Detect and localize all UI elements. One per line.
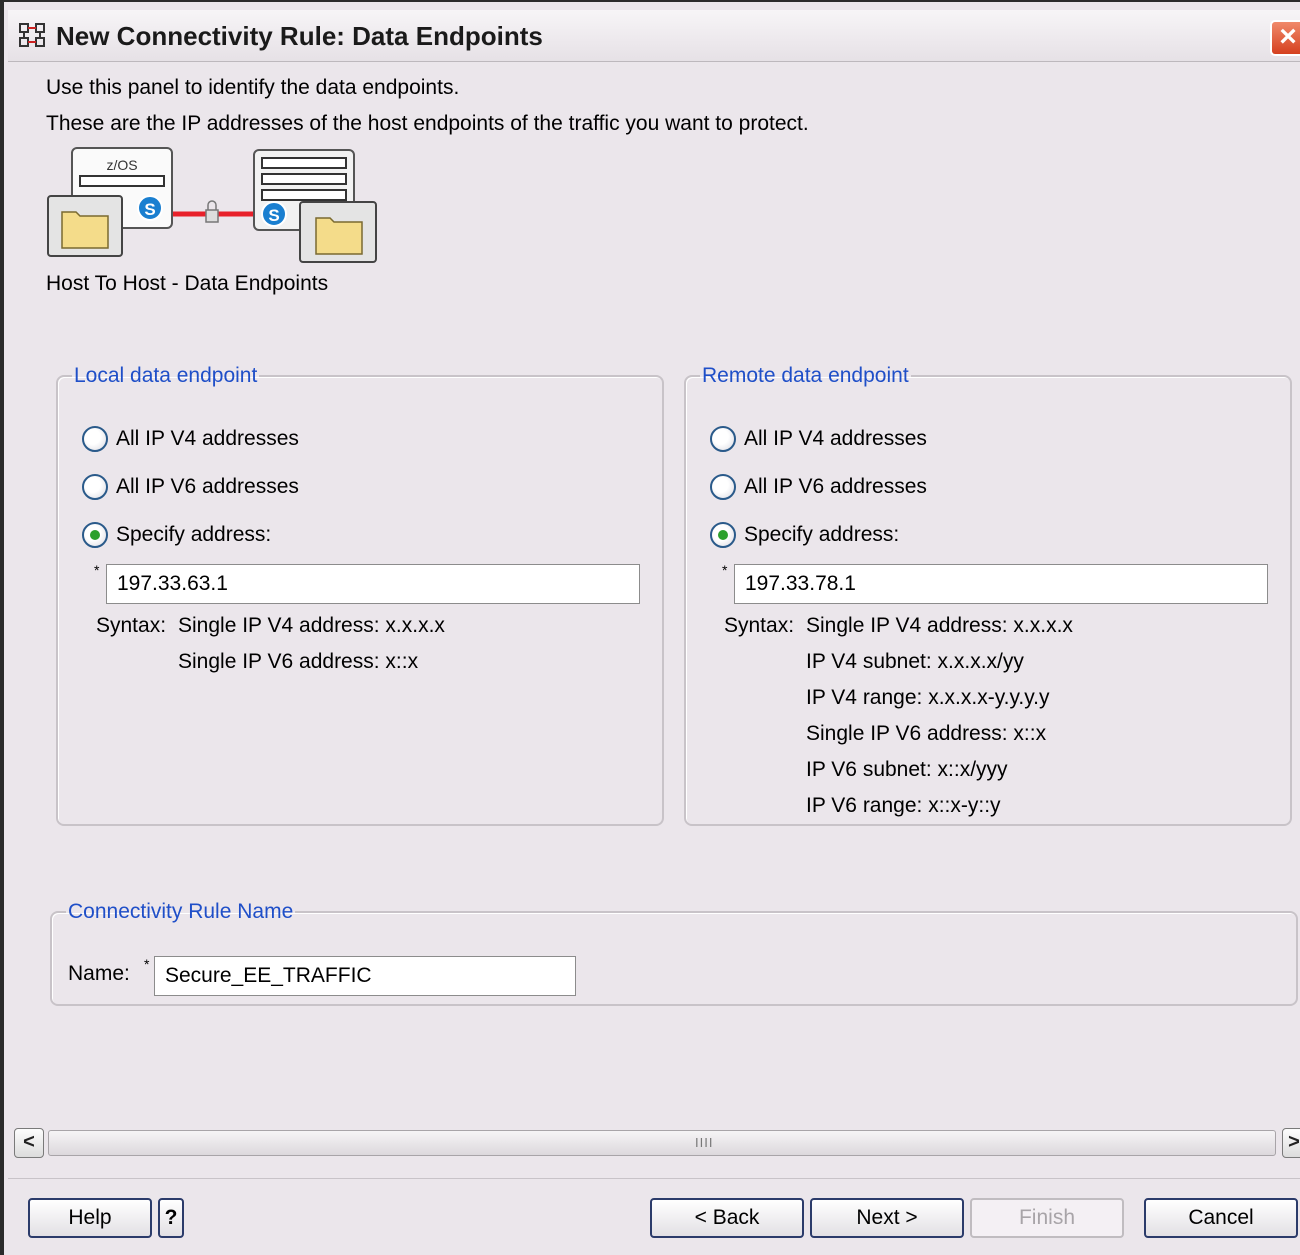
- cancel-button[interactable]: Cancel: [1144, 1198, 1298, 1238]
- grip-icon: IIII: [695, 1135, 714, 1150]
- svg-text:S: S: [268, 206, 279, 225]
- radio-button-selected[interactable]: [710, 522, 736, 548]
- remote-syntax-line: IP V4 range: x.x.x.x-y.y.y.y: [806, 686, 1050, 709]
- local-syntax-line: Single IP V6 address: x::x: [178, 650, 419, 673]
- scrollbar-thumb[interactable]: IIII: [48, 1130, 1276, 1156]
- remote-syntax-line: IP V4 subnet: x.x.x.x/yy: [806, 650, 1024, 673]
- name-label: Name:: [68, 962, 130, 985]
- rule-name-input[interactable]: [154, 956, 576, 996]
- radio-button[interactable]: [710, 474, 736, 500]
- local-syntax-label: Syntax:: [96, 614, 167, 637]
- host-to-host-diagram: z/OS S S: [44, 144, 384, 264]
- radio-button[interactable]: [82, 474, 108, 500]
- local-endpoint-group: Local data endpoint All IP V4 addresses …: [56, 364, 664, 826]
- rule-name-group: Connectivity Rule Name Name: *: [50, 900, 1298, 1006]
- remote-syntax-line: IP V6 range: x::x-y::y: [806, 794, 1001, 817]
- title-bar[interactable]: New Connectivity Rule: Data Endpoints ×: [8, 10, 1300, 62]
- remote-syntax-line: IP V6 subnet: x::x/yyy: [806, 758, 1008, 781]
- radio-label: All IP V4 addresses: [744, 427, 927, 450]
- local-radio-all-ipv6[interactable]: All IP V6 addresses: [82, 474, 299, 500]
- remote-endpoint-group: Remote data endpoint All IP V4 addresses…: [684, 364, 1292, 826]
- remote-syntax-line: Single IP V6 address: x::x: [806, 722, 1047, 745]
- intro-text-1: Use this panel to identify the data endp…: [46, 76, 460, 99]
- radio-label: All IP V4 addresses: [116, 427, 299, 450]
- radio-button[interactable]: [710, 426, 736, 452]
- back-button[interactable]: < Back: [650, 1198, 804, 1238]
- lock-icon: [205, 200, 219, 223]
- radio-button[interactable]: [82, 426, 108, 452]
- radio-button-selected[interactable]: [82, 522, 108, 548]
- window-title: New Connectivity Rule: Data Endpoints: [56, 21, 543, 51]
- radio-label: All IP V6 addresses: [116, 475, 299, 498]
- scroll-right-button[interactable]: >: [1282, 1128, 1300, 1158]
- next-button[interactable]: Next >: [810, 1198, 964, 1238]
- left-badge-icon: S: [137, 195, 163, 221]
- help-icon[interactable]: ?: [158, 1198, 184, 1238]
- close-button[interactable]: ×: [1270, 20, 1300, 56]
- remote-radio-specify[interactable]: Specify address:: [710, 522, 899, 548]
- svg-text:S: S: [144, 200, 155, 219]
- radio-label: All IP V6 addresses: [744, 475, 927, 498]
- required-marker: *: [722, 562, 728, 578]
- horizontal-scrollbar[interactable]: < IIII >: [8, 1124, 1300, 1162]
- dialog-window: New Connectivity Rule: Data Endpoints × …: [0, 0, 1300, 1255]
- finish-button[interactable]: Finish: [970, 1198, 1124, 1238]
- local-syntax-line: Single IP V4 address: x.x.x.x: [178, 614, 445, 637]
- local-address-input[interactable]: [106, 564, 640, 604]
- remote-endpoint-legend: Remote data endpoint: [702, 364, 909, 387]
- panel-content: Use this panel to identify the data endp…: [8, 62, 1300, 1122]
- help-button[interactable]: Help: [28, 1198, 152, 1238]
- remote-syntax-line: Single IP V4 address: x.x.x.x: [806, 614, 1073, 637]
- rule-wizard-icon: [18, 22, 48, 56]
- intro-text-2: These are the IP addresses of the host e…: [46, 112, 809, 135]
- diagram-caption: Host To Host - Data Endpoints: [46, 272, 329, 295]
- radio-label: Specify address:: [744, 523, 900, 546]
- local-radio-all-ipv4[interactable]: All IP V4 addresses: [82, 426, 299, 452]
- required-marker: *: [144, 956, 150, 972]
- remote-address-input[interactable]: [734, 564, 1268, 604]
- right-badge-icon: S: [261, 201, 287, 227]
- radio-label: Specify address:: [116, 523, 272, 546]
- remote-syntax-label: Syntax:: [724, 614, 795, 637]
- right-folder-icon: [299, 201, 377, 263]
- left-folder-icon: [47, 195, 123, 257]
- local-radio-specify[interactable]: Specify address:: [82, 522, 271, 548]
- remote-radio-all-ipv6[interactable]: All IP V6 addresses: [710, 474, 927, 500]
- local-endpoint-legend: Local data endpoint: [74, 364, 258, 387]
- scroll-left-button[interactable]: <: [14, 1128, 44, 1158]
- host-label: z/OS: [106, 157, 137, 173]
- footer-divider: [8, 1178, 1300, 1179]
- remote-radio-all-ipv4[interactable]: All IP V4 addresses: [710, 426, 927, 452]
- rule-name-legend: Connectivity Rule Name: [68, 900, 294, 923]
- required-marker: *: [94, 562, 100, 578]
